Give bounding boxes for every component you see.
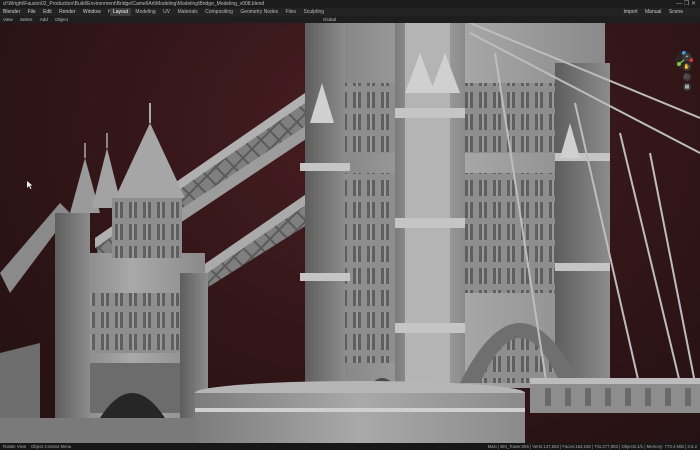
menu-blender[interactable]: Blender (0, 8, 23, 16)
tab-layout[interactable]: Layout (110, 8, 132, 16)
roadway-right (530, 378, 700, 413)
camera-icon[interactable]: 🎥 (683, 73, 691, 81)
tab-geometry-nodes[interactable]: Geometry Nodes (237, 8, 281, 16)
tab-sculpting[interactable]: Sculpting (300, 8, 327, 16)
menu-window[interactable]: Window (80, 8, 104, 16)
transform-orientation[interactable]: Global (320, 16, 339, 23)
scene-statistics: Main | BM_Tower.006 | Verts:137,553 | Fa… (487, 444, 697, 449)
workspace-tabs: Layout Modeling UV Materials Compositing… (110, 8, 327, 16)
add-menu[interactable]: Add (37, 16, 51, 23)
tab-modeling[interactable]: Modeling (132, 8, 158, 16)
viewport-header: View Select Add Object Global (0, 16, 700, 23)
scene-selector: Import Manual Scene (620, 8, 686, 16)
pan-icon[interactable]: ✋ (683, 63, 691, 71)
menu-edit[interactable]: Edit (40, 8, 55, 16)
menu-render[interactable]: Render (56, 8, 78, 16)
menu-bar: Blender File Edit Render Window Help Lay… (0, 8, 700, 16)
object-menu[interactable]: Object (52, 16, 71, 23)
mouse-cursor-icon (27, 181, 33, 189)
window-title: d:\Wright\Fausto\02_Production\Build\Env… (3, 1, 265, 7)
bridge-render (0, 23, 700, 443)
menu-file[interactable]: File (25, 8, 39, 16)
manual-button[interactable]: Manual (642, 8, 664, 16)
status-bar: Rotate View Object Context Menu Main | B… (0, 443, 700, 450)
tab-compositing[interactable]: Compositing (202, 8, 236, 16)
tab-uv[interactable]: UV (160, 8, 173, 16)
window-titlebar: d:\Wright\Fausto\02_Production\Build\Env… (0, 0, 700, 8)
left-tower (55, 103, 208, 433)
perspective-toggle-icon[interactable]: ▦ (683, 83, 691, 91)
select-menu[interactable]: Select (17, 16, 36, 23)
main-tower (300, 23, 610, 393)
zoom-icon[interactable]: + (683, 53, 691, 61)
roadway-left (0, 418, 200, 443)
tab-files[interactable]: Files (283, 8, 300, 16)
status-hint-left: Rotate View Object Context Menu (3, 444, 72, 449)
import-button[interactable]: Import (620, 8, 640, 16)
tab-materials[interactable]: Materials (174, 8, 200, 16)
window-controls[interactable]: — ❐ ✕ (676, 0, 696, 8)
scene-button[interactable]: Scene (666, 8, 686, 16)
view-menu[interactable]: View (0, 16, 16, 23)
pier-base (195, 381, 525, 443)
3d-viewport[interactable]: + ✋ 🎥 ▦ (0, 23, 700, 443)
